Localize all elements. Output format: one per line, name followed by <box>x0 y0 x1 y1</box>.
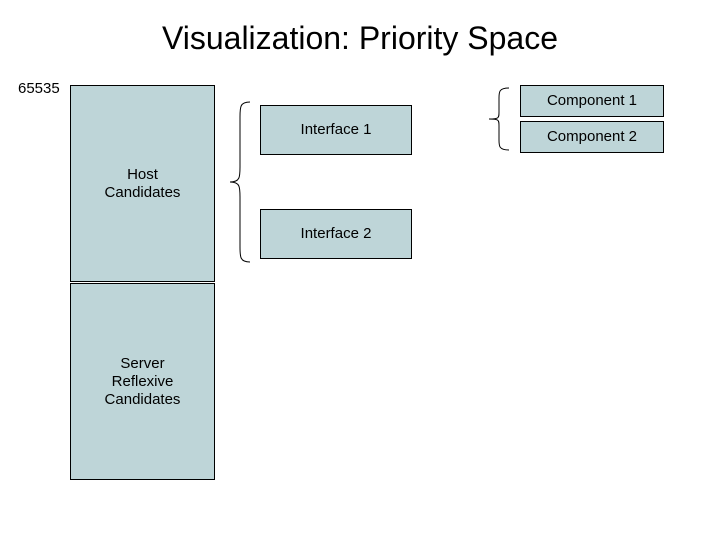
host-candidates-label: Host Candidates <box>105 166 181 202</box>
interface-2-box: Interface 2 <box>260 209 412 259</box>
server-reflexive-box: Server Reflexive Candidates <box>70 283 215 480</box>
component-1-label: Component 1 <box>547 92 637 110</box>
component-2-label: Component 2 <box>547 128 637 146</box>
brace-host-to-interfaces <box>218 102 258 262</box>
interface-1-box: Interface 1 <box>260 105 412 155</box>
component-2-box: Component 2 <box>520 121 664 153</box>
brace-interface-to-components <box>465 88 517 150</box>
page-title: Visualization: Priority Space <box>0 20 720 57</box>
interface-1-label: Interface 1 <box>301 121 372 139</box>
axis-max-label: 65535 <box>18 80 60 97</box>
host-candidates-box: Host Candidates <box>70 85 215 282</box>
interface-2-label: Interface 2 <box>301 225 372 243</box>
component-1-box: Component 1 <box>520 85 664 117</box>
server-reflexive-label: Server Reflexive Candidates <box>105 355 181 409</box>
